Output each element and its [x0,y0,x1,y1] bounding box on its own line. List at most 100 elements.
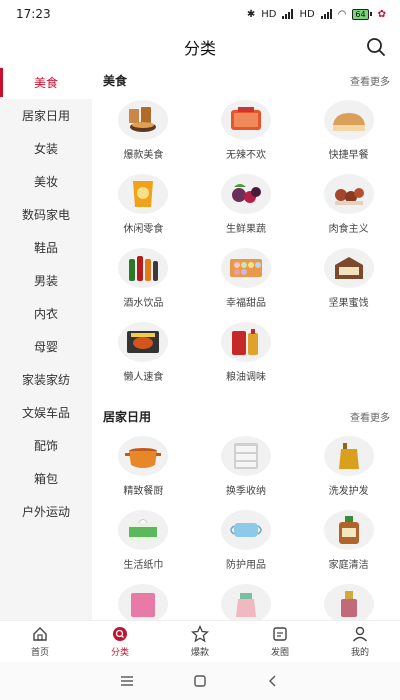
search-icon[interactable] [366,37,386,57]
tab-item[interactable]: 爆款 [160,621,240,662]
category-label: 幸福甜品 [225,298,266,309]
section-header: 居家日用 查看更多 [92,402,400,430]
sidebar-item[interactable]: 内衣 [0,297,92,330]
system-nav-bar [0,662,400,700]
sidebar-item[interactable]: 母婴 [0,330,92,363]
bottles-icon [129,256,159,281]
spicy-meat-icon [230,107,261,130]
category-tile[interactable]: 坚果蜜饯 [297,242,400,316]
category-label: 换季收纳 [225,486,266,497]
shampoo-icon [338,443,359,469]
category-thumbnail [118,510,169,550]
tab-label: 首页 [30,648,49,658]
category-tile[interactable]: 快捷早餐 [297,94,400,168]
snack-bowl-icon [129,107,157,132]
category-tile[interactable] [297,578,400,620]
kettle-icon [235,593,256,617]
macaron-box-icon [229,259,262,277]
category-thumbnail [220,322,271,362]
signal-1-label: HD [261,8,277,20]
category-tile[interactable]: 肉食主义 [297,168,400,242]
pink-pack-icon [131,593,156,617]
category-label: 生鲜果蔬 [225,224,266,235]
tab-item[interactable]: 首页 [0,621,80,662]
category-tile[interactable]: 粮油调味 [195,316,298,390]
chips-bag-icon [133,181,154,207]
notification-icon: ✿ [377,8,386,20]
category-label: 粮油调味 [225,372,266,383]
category-tile[interactable]: 换季收纳 [195,430,298,504]
sidebar-item[interactable]: 女装 [0,132,92,165]
section-header: 美食 查看更多 [92,66,400,94]
user-icon [352,626,368,642]
tab-label: 爆款 [190,648,209,658]
pot-icon [125,448,162,468]
category-label: 防护用品 [225,560,266,571]
back-icon[interactable] [266,674,280,688]
disinfectant-icon [338,516,359,544]
category-label: 休闲零食 [123,224,164,235]
sidebar-item[interactable]: 鞋品 [0,231,92,264]
nut-box-icon [334,257,363,279]
sidebar-item[interactable]: 美食 [0,66,92,99]
category-tile[interactable]: 爆款美食 [92,94,195,168]
category-tile[interactable]: 幸福甜品 [195,242,298,316]
category-content: 美食 查看更多 爆款美食 无辣不欢 快捷早餐 休闲零食 生鲜果蔬 肉食主义 酒水饮品 幸福甜品 坚果… [92,66,400,620]
menu-icon[interactable] [120,674,134,688]
wifi-icon: ◠ [337,8,347,20]
section-title: 美食 [103,73,128,88]
home-square-icon[interactable] [193,674,207,688]
view-more-link[interactable]: 查看更多 [350,409,390,424]
sidebar-item[interactable]: 户外运动 [0,495,92,528]
sidebar-item[interactable]: 箱包 [0,462,92,495]
sidebar-item[interactable]: 配饰 [0,429,92,462]
sidebar-item[interactable]: 文娱车品 [0,396,92,429]
category-thumbnail [323,584,374,620]
view-more-link[interactable]: 查看更多 [350,73,390,88]
category-sidebar: 美食 居家日用 女装 美妆 数码家电 鞋品 男装 内衣 母婴 家装家纺 文娱车品 配饰 箱包 户外运动 [0,66,92,620]
battery-level: 64 [352,8,369,20]
category-tile[interactable]: 生鲜果蔬 [195,168,298,242]
sidebar-item[interactable]: 美妆 [0,165,92,198]
category-thumbnail [118,100,169,140]
category-tile[interactable]: 酒水饮品 [92,242,195,316]
tab-label: 我的 [350,648,369,658]
category-tile[interactable] [92,578,195,620]
bottom-tab-bar: 首页 分类 爆款 发圈 我的 [0,620,400,662]
sidebar-item[interactable]: 家装家纺 [0,363,92,396]
page-title: 分类 [183,39,216,58]
category-thumbnail [118,248,169,288]
category-tile[interactable]: 精致餐厨 [92,430,195,504]
category-tile[interactable]: 防护用品 [195,504,298,578]
meatballs-icon [334,188,364,205]
category-tile[interactable]: 无辣不欢 [195,94,298,168]
tab-item[interactable]: 分类 [80,621,160,662]
category-thumbnail [220,510,271,550]
oil-rice-icon [231,329,258,355]
category-label: 肉食主义 [328,224,369,235]
category-tile[interactable] [195,578,298,620]
category-tile[interactable]: 休闲零食 [92,168,195,242]
category-label: 快捷早餐 [328,150,369,161]
category-label: 酒水饮品 [123,298,164,309]
category-tile[interactable]: 洗发护发 [297,430,400,504]
bread-icon [332,113,365,131]
tab-item[interactable]: 我的 [320,621,400,662]
category-thumbnail [323,100,374,140]
perfume-icon [340,591,357,617]
tab-label: 分类 [110,648,129,658]
category-thumbnail [118,584,169,620]
sidebar-item[interactable]: 数码家电 [0,198,92,231]
bluetooth-icon: ✱ [246,8,256,20]
category-label: 家庭清洁 [328,560,369,571]
tab-item[interactable]: 发圈 [240,621,320,662]
tissue-icon [129,519,158,541]
category-thumbnail [323,436,374,476]
category-tile[interactable]: 生活纸巾 [92,504,195,578]
sidebar-item[interactable]: 居家日用 [0,99,92,132]
home-icon [33,627,47,641]
category-tile[interactable]: 懒人速食 [92,316,195,390]
category-tile[interactable]: 家庭清洁 [297,504,400,578]
tab-label: 发圈 [270,648,289,658]
sidebar-item[interactable]: 男装 [0,264,92,297]
